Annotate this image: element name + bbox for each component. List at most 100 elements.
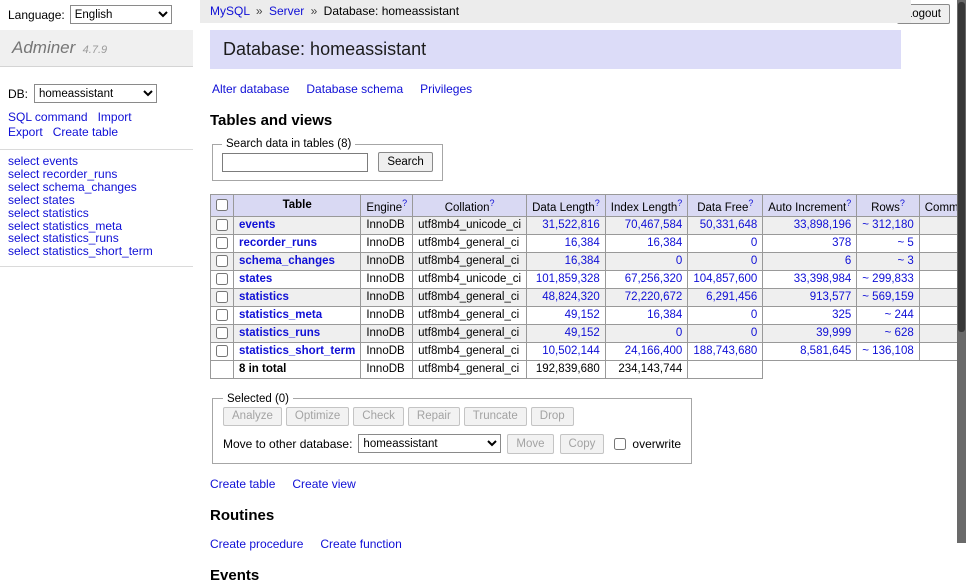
search-input[interactable] (222, 153, 368, 172)
doc-link[interactable]: ? (595, 198, 600, 208)
link-create-function[interactable]: Create function (320, 537, 401, 551)
data-length-link[interactable]: 31,522,816 (542, 219, 600, 231)
index-length-link[interactable]: 0 (676, 255, 682, 267)
link-create-table[interactable]: Create table (210, 477, 275, 491)
link-sql-command[interactable]: SQL command (8, 110, 88, 124)
link-database-schema[interactable]: Database schema (306, 82, 403, 96)
row-checkbox[interactable] (216, 255, 228, 267)
table-link[interactable]: events (239, 219, 275, 231)
optimize-button[interactable]: Optimize (286, 407, 349, 426)
auto-increment-link[interactable]: 378 (832, 237, 851, 249)
rows-link[interactable]: ~ 3 (897, 255, 913, 267)
link-create-view[interactable]: Create view (292, 477, 355, 491)
language-select[interactable]: English (70, 5, 172, 24)
data-length-link[interactable]: 16,384 (565, 237, 600, 249)
auto-increment-link[interactable]: 8,581,645 (800, 345, 851, 357)
table-link[interactable]: schema_changes (239, 255, 335, 267)
link-privileges[interactable]: Privileges (420, 82, 472, 96)
doc-link[interactable]: ? (677, 198, 682, 208)
table-link[interactable]: states (239, 273, 272, 285)
auto-increment-link[interactable]: 6 (845, 255, 851, 267)
link-select-statistics[interactable]: select statistics (8, 207, 185, 220)
link-select-states[interactable]: select states (8, 194, 185, 207)
data-length-link[interactable]: 48,824,320 (542, 291, 600, 303)
copy-button[interactable]: Copy (560, 434, 605, 454)
rows-link[interactable]: ~ 628 (885, 327, 914, 339)
table-link[interactable]: recorder_runs (239, 237, 317, 249)
link-import[interactable]: Import (98, 110, 132, 124)
row-checkbox[interactable] (216, 345, 228, 357)
index-length-link[interactable]: 16,384 (647, 237, 682, 249)
repair-button[interactable]: Repair (408, 407, 460, 426)
link-select-statistics-short-term[interactable]: select statistics_short_term (8, 245, 185, 258)
search-button[interactable]: Search (378, 152, 432, 172)
db-select[interactable]: homeassistant (34, 84, 157, 103)
data-free-link[interactable]: 0 (751, 237, 757, 249)
index-length-link[interactable]: 72,220,672 (625, 291, 683, 303)
rows-link[interactable]: ~ 312,180 (862, 219, 913, 231)
app-name[interactable]: Adminer (12, 38, 75, 57)
auto-increment-link[interactable]: 33,898,196 (794, 219, 852, 231)
data-free-link[interactable]: 104,857,600 (693, 273, 757, 285)
index-length-link[interactable]: 24,166,400 (625, 345, 683, 357)
rows-link[interactable]: ~ 244 (885, 309, 914, 321)
table-link[interactable]: statistics_meta (239, 309, 322, 321)
auto-increment-link[interactable]: 33,398,984 (794, 273, 852, 285)
link-select-events[interactable]: select events (8, 155, 185, 168)
data-length-link[interactable]: 101,859,328 (536, 273, 600, 285)
overwrite-checkbox[interactable] (614, 438, 626, 450)
row-checkbox[interactable] (216, 309, 228, 321)
link-select-recorder-runs[interactable]: select recorder_runs (8, 168, 185, 181)
move-db-select[interactable]: homeassistant (358, 434, 501, 453)
auto-increment-link[interactable]: 913,577 (810, 291, 852, 303)
truncate-button[interactable]: Truncate (464, 407, 527, 426)
data-length-link[interactable]: 10,502,144 (542, 345, 600, 357)
index-length-link[interactable]: 0 (676, 327, 682, 339)
auto-increment-link[interactable]: 39,999 (816, 327, 851, 339)
index-length-link[interactable]: 67,256,320 (625, 273, 683, 285)
index-length-link[interactable]: 16,384 (647, 309, 682, 321)
scrollbar-thumb[interactable] (958, 2, 965, 332)
doc-link[interactable]: ? (748, 198, 753, 208)
row-checkbox[interactable] (216, 327, 228, 339)
link-export[interactable]: Export (8, 125, 43, 139)
move-button[interactable]: Move (507, 434, 553, 454)
link-create-procedure[interactable]: Create procedure (210, 537, 303, 551)
data-free-link[interactable]: 0 (751, 309, 757, 321)
rows-link[interactable]: ~ 5 (897, 237, 913, 249)
rows-link[interactable]: ~ 299,833 (862, 273, 913, 285)
drop-button[interactable]: Drop (531, 407, 574, 426)
doc-link[interactable]: ? (900, 198, 905, 208)
row-checkbox[interactable] (216, 237, 228, 249)
analyze-button[interactable]: Analyze (223, 407, 282, 426)
index-length-link[interactable]: 70,467,584 (625, 219, 683, 231)
select-all-checkbox[interactable] (216, 199, 228, 211)
row-checkbox[interactable] (216, 291, 228, 303)
check-button[interactable]: Check (353, 407, 404, 426)
rows-link[interactable]: ~ 136,108 (862, 345, 913, 357)
data-free-link[interactable]: 0 (751, 327, 757, 339)
row-checkbox[interactable] (216, 273, 228, 285)
data-free-link[interactable]: 50,331,648 (700, 219, 758, 231)
link-create-table[interactable]: Create table (53, 125, 118, 139)
row-checkbox[interactable] (216, 219, 228, 231)
rows-link[interactable]: ~ 569,159 (862, 291, 913, 303)
table-link[interactable]: statistics_runs (239, 327, 320, 339)
data-free-link[interactable]: 6,291,456 (706, 291, 757, 303)
data-length-link[interactable]: 16,384 (565, 255, 600, 267)
link-alter-database[interactable]: Alter database (212, 82, 289, 96)
data-length-link[interactable]: 49,152 (565, 309, 600, 321)
breadcrumb-server-link[interactable]: Server (269, 4, 304, 18)
data-free-link[interactable]: 188,743,680 (693, 345, 757, 357)
breadcrumb-mysql-link[interactable]: MySQL (210, 4, 250, 18)
table-link[interactable]: statistics_short_term (239, 345, 355, 357)
link-select-schema-changes[interactable]: select schema_changes (8, 181, 185, 194)
doc-link[interactable]: ? (402, 198, 407, 208)
auto-increment-link[interactable]: 325 (832, 309, 851, 321)
doc-link[interactable]: ? (846, 198, 851, 208)
doc-link[interactable]: ? (489, 198, 494, 208)
data-length-link[interactable]: 49,152 (565, 327, 600, 339)
data-free-link[interactable]: 0 (751, 255, 757, 267)
table-link[interactable]: statistics (239, 291, 289, 303)
scrollbar[interactable] (957, 0, 966, 543)
